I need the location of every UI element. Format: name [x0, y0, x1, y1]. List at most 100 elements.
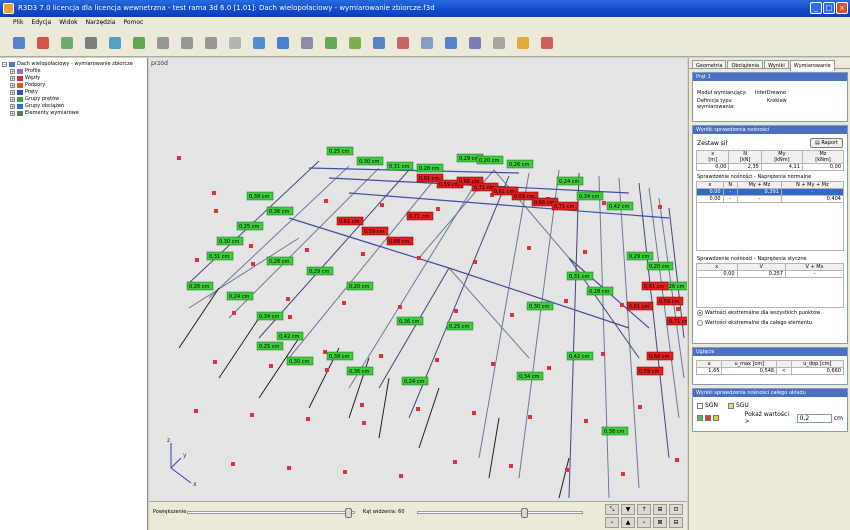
nav-button[interactable]: ⊡: [669, 504, 683, 515]
node-marker[interactable]: [362, 421, 366, 425]
angle-slider-thumb[interactable]: [521, 508, 528, 518]
node-marker[interactable]: [177, 156, 181, 160]
node-marker[interactable]: [195, 258, 199, 262]
node-marker[interactable]: [564, 299, 568, 303]
node-marker[interactable]: [528, 415, 532, 419]
deflection-label-exceeded[interactable]: 0,66 cm: [649, 354, 669, 360]
node-marker[interactable]: [601, 352, 605, 356]
node-marker[interactable]: [251, 262, 255, 266]
toolbar-button-icon[interactable]: [178, 34, 196, 52]
node-marker[interactable]: [214, 209, 218, 213]
radio-whole-element[interactable]: Wartości ekstremalne dla całego elementu: [693, 318, 847, 328]
close-button[interactable]: ×: [836, 2, 848, 14]
post-line[interactable]: [488, 417, 500, 479]
rafter-line[interactable]: [378, 267, 450, 389]
node-marker[interactable]: [621, 472, 625, 476]
deflection-label[interactable]: 0,42 cm: [569, 354, 589, 360]
3d-viewport[interactable]: przód 0,25 cm 0,30 cm 0,31 cm 0,28 cm 0,29 c…: [149, 58, 687, 501]
node-marker[interactable]: [675, 458, 679, 462]
rafter-line[interactable]: [478, 172, 530, 459]
deflection-label[interactable]: 0,34 cm: [519, 374, 539, 380]
minimize-button[interactable]: _: [810, 2, 822, 14]
toolbar-button-icon[interactable]: [130, 34, 148, 52]
deflection-label[interactable]: 0,26 cm: [509, 162, 529, 168]
deflection-label-exceeded[interactable]: 0,71 cm: [409, 214, 429, 220]
node-marker[interactable]: [417, 256, 421, 260]
deflection-label-exceeded[interactable]: 0,61 cm: [419, 176, 439, 182]
radio-all-points[interactable]: Wartości ekstremalne dla wszystkich punk…: [693, 308, 847, 318]
zoom-slider-thumb[interactable]: [345, 508, 352, 518]
toolbar-button-icon[interactable]: [490, 34, 508, 52]
deflection-label-exceeded[interactable]: 0,61 cm: [339, 219, 359, 225]
deflection-label[interactable]: 0,42 cm: [609, 204, 629, 210]
hip-line[interactable]: [308, 167, 520, 174]
node-marker[interactable]: [472, 411, 476, 415]
deflection-label-exceeded[interactable]: 0,59 cm: [364, 229, 384, 235]
nav-button[interactable]: ⊠: [653, 517, 667, 528]
green-checkbox[interactable]: [697, 415, 703, 421]
nav-button[interactable]: ⤡: [605, 504, 619, 515]
node-marker[interactable]: [638, 405, 642, 409]
node-marker[interactable]: [213, 360, 217, 364]
nav-button[interactable]: ⊞: [653, 504, 667, 515]
deflection-label[interactable]: 0,29 cm: [459, 156, 479, 162]
toolbar-button-icon[interactable]: [34, 34, 52, 52]
toolbar-button-icon[interactable]: [370, 34, 388, 52]
node-marker[interactable]: [602, 201, 606, 205]
node-marker[interactable]: [232, 311, 236, 315]
angle-slider[interactable]: [417, 508, 583, 518]
deflection-label[interactable]: 0,30 cm: [529, 304, 549, 310]
expand-icon[interactable]: +: [10, 76, 15, 81]
expand-icon[interactable]: +: [10, 104, 15, 109]
node-marker[interactable]: [676, 307, 680, 311]
post-line[interactable]: [218, 317, 260, 379]
tree-item[interactable]: + Grupy obciążeń: [2, 103, 145, 110]
zoom-slider[interactable]: [187, 508, 355, 518]
expand-icon[interactable]: +: [10, 90, 15, 95]
deflection-label-exceeded[interactable]: 0,71 cm: [669, 319, 687, 325]
node-marker[interactable]: [324, 199, 328, 203]
deflection-label-exceeded[interactable]: 0,59 cm: [659, 299, 679, 305]
toolbar-button-icon[interactable]: [442, 34, 460, 52]
node-marker[interactable]: [306, 417, 310, 421]
deflection-label-exceeded[interactable]: 0,59 cm: [639, 369, 659, 375]
deflection-label[interactable]: 0,29 cm: [629, 254, 649, 260]
post-line[interactable]: [178, 287, 220, 349]
node-marker[interactable]: [453, 460, 457, 464]
node-marker[interactable]: [361, 252, 365, 256]
deflection-label-exceeded[interactable]: 0,61 cm: [494, 189, 514, 195]
toolbar-button-icon[interactable]: [418, 34, 436, 52]
node-marker[interactable]: [435, 358, 439, 362]
rafter-line[interactable]: [518, 169, 560, 479]
tree-item[interactable]: + Profile: [2, 68, 145, 75]
deflection-label[interactable]: 0,30 cm: [359, 159, 379, 165]
nav-button[interactable]: ⊟: [669, 517, 683, 528]
nav-button[interactable]: ↑: [637, 504, 651, 515]
node-marker[interactable]: [360, 403, 364, 407]
tree-item[interactable]: + Grupy prętów: [2, 96, 145, 103]
node-marker[interactable]: [584, 419, 588, 423]
deflection-label[interactable]: 0,31 cm: [389, 164, 409, 170]
tab-geometria[interactable]: Geometria: [692, 60, 727, 69]
deflection-label-exceeded[interactable]: 0,71 cm: [474, 185, 494, 191]
toolbar-button-icon[interactable]: [538, 34, 556, 52]
node-marker[interactable]: [658, 205, 662, 209]
deflection-label[interactable]: 0,34 cm: [259, 314, 279, 320]
sgu-checkbox[interactable]: SGU: [727, 402, 749, 409]
node-marker[interactable]: [325, 368, 329, 372]
post-line[interactable]: [418, 387, 440, 449]
deflection-label[interactable]: 0,28 cm: [269, 259, 289, 265]
toolbar-button-icon[interactable]: [226, 34, 244, 52]
post-line[interactable]: [558, 457, 570, 499]
deflection-label[interactable]: 0,31 cm: [569, 274, 589, 280]
nav-button[interactable]: ›: [605, 517, 619, 528]
deflection-label-exceeded[interactable]: 0,66 cm: [389, 239, 409, 245]
deflection-label[interactable]: 0,36 cm: [399, 319, 419, 325]
menu-plik[interactable]: Plik: [13, 17, 23, 29]
node-marker[interactable]: [565, 468, 569, 472]
node-marker[interactable]: [305, 248, 309, 252]
nav-button[interactable]: ‹: [637, 517, 651, 528]
deflection-label[interactable]: 0,20 cm: [479, 158, 499, 164]
deflection-label-exceeded[interactable]: 0,66 cm: [534, 200, 554, 206]
node-marker[interactable]: [287, 466, 291, 470]
